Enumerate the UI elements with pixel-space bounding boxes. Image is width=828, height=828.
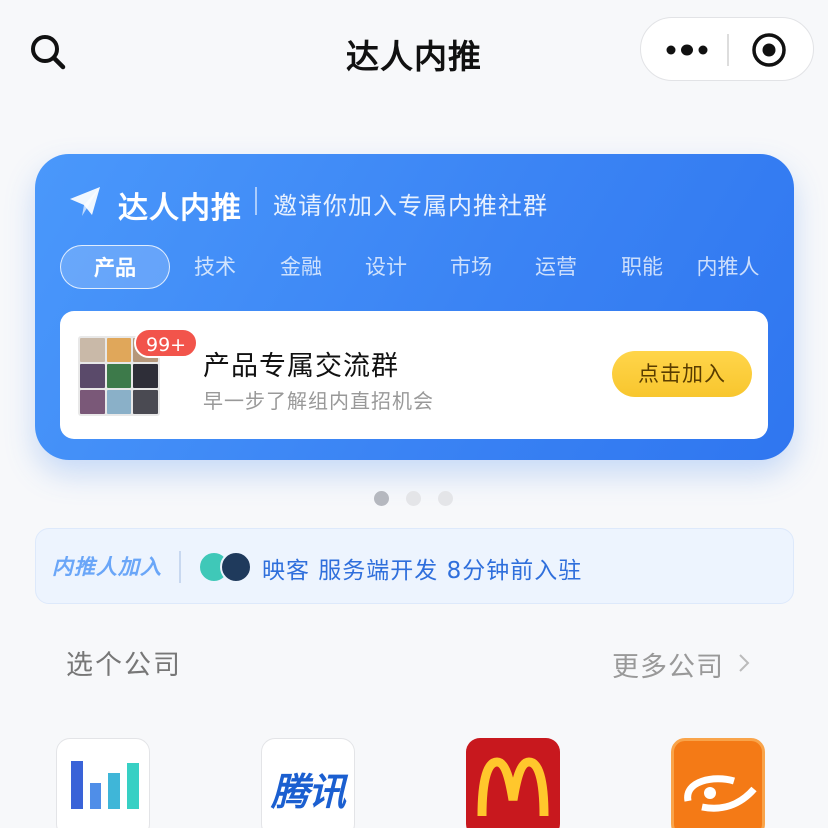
company-logo-mcdonalds[interactable] [466, 738, 560, 828]
group-subtitle: 早一步了解组内直招机会 [203, 389, 434, 413]
alibaba-logo [684, 775, 757, 812]
carousel-dot-1[interactable] [374, 491, 389, 506]
unread-badge: 99+ [134, 328, 199, 358]
paper-plane-icon [70, 187, 100, 216]
group-card[interactable]: 99+ 产品专属交流群 早一步了解组内直招机会 点击加入 [60, 311, 768, 439]
notice-divider [179, 551, 181, 583]
tab-functional[interactable]: 职能 [617, 245, 667, 289]
referral-banner: 达人内推 邀请你加入专属内推社群 产品 技术 金融 设计 市场 运营 职能 内推… [35, 154, 794, 460]
tab-design[interactable]: 设计 [361, 245, 411, 289]
tab-referrer[interactable]: 内推人 [691, 245, 765, 289]
referrer-join-notice[interactable]: 内推人加入 映客 服务端开发 8分钟前入驻 [35, 528, 794, 604]
company-logo-alibaba[interactable] [671, 738, 765, 828]
company-logo-tencent[interactable]: 腾讯 [261, 738, 355, 828]
capsule-divider [727, 34, 729, 66]
mini-program-capsule [640, 17, 814, 81]
tab-tech[interactable]: 技术 [190, 245, 240, 289]
company-logo-bars[interactable] [56, 738, 150, 828]
avatar [220, 551, 252, 583]
group-title: 产品专属交流群 [203, 351, 399, 382]
carousel-dot-3[interactable] [438, 491, 453, 506]
chevron-right-icon[interactable] [737, 652, 751, 674]
tab-market[interactable]: 市场 [446, 245, 496, 289]
banner-title: 达人内推 [118, 191, 242, 226]
more-companies-link[interactable]: 更多公司 [612, 645, 724, 684]
more-dots-icon[interactable] [661, 30, 713, 70]
navbar: 达人内推 [0, 0, 828, 100]
tab-product[interactable]: 产品 [60, 245, 170, 289]
notice-label: 内推人加入 [52, 555, 162, 579]
banner-subtitle: 邀请你加入专属内推社群 [273, 192, 548, 220]
mcdonalds-arches-logo [477, 757, 549, 817]
category-tabs: 产品 技术 金融 设计 市场 运营 职能 内推人 [60, 245, 780, 289]
tencent-logo: 腾讯 [270, 770, 346, 814]
join-group-button[interactable]: 点击加入 [612, 351, 752, 397]
target-close-icon[interactable] [749, 30, 789, 70]
carousel-dots [374, 491, 464, 507]
section-title: 选个公司 [66, 650, 182, 681]
notice-message: 映客 服务端开发 8分钟前入驻 [262, 558, 583, 584]
tab-operations[interactable]: 运营 [531, 245, 581, 289]
bar-chart-logo [71, 761, 139, 809]
tab-finance[interactable]: 金融 [276, 245, 326, 289]
banner-divider [255, 187, 257, 215]
carousel-dot-2[interactable] [406, 491, 421, 506]
